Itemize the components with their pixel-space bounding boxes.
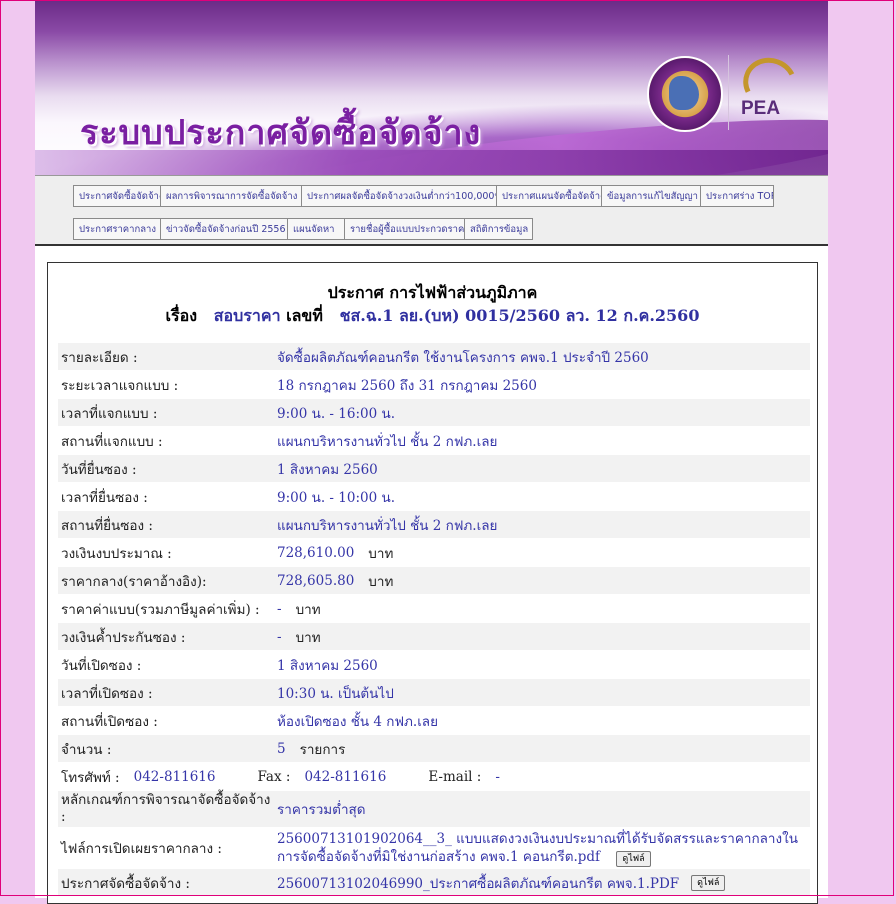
detail-row: เวลาที่แจกแบบ : 9:00 น. - 16:00 น. [58, 399, 810, 426]
detail-row: วงเงินค้ำประกันซอง : - บาท [58, 623, 810, 650]
quantity-unit: รายการ [299, 741, 346, 758]
detail-value: 9:00 น. - 10:00 น. [277, 489, 395, 506]
detail-label: วงเงินค้ำประกันซอง : [61, 629, 186, 646]
nav-procurement-plan[interactable]: ประกาศแผนจัดซื้อจัดจ้าง [496, 185, 602, 207]
fax-label: Fax : [257, 768, 291, 785]
detail-label: สถานที่แจกแบบ : [61, 433, 163, 450]
nav-reference-price[interactable]: ประกาศราคากลาง [73, 218, 161, 240]
nav-procurement-announcement[interactable]: ประกาศจัดซื้อจัดจ้าง [73, 185, 161, 207]
detail-value: 10:30 น. เป็นต้นไป [277, 685, 394, 702]
number-label: เลขที่ [286, 306, 323, 325]
nav-tor-draft[interactable]: ประกาศร่าง TOR [700, 185, 774, 207]
detail-value: 9:00 น. - 16:00 น. [277, 405, 395, 422]
detail-row: สถานที่เปิดซอง : ห้องเปิดซอง ชั้น 4 กฟภ.… [58, 707, 810, 734]
nav-news-before-2556[interactable]: ข่าวจัดซื้อจัดจ้างก่อนปี 2556 [160, 218, 288, 240]
view-file-button[interactable]: ดูไฟล์ [691, 874, 726, 891]
detail-row: วงเงินงบประมาณ : 728,610.00 บาท [58, 539, 810, 566]
detail-row: จำนวน : 5 รายการ [58, 735, 810, 762]
reference-price-value: 728,605.80 [277, 572, 355, 589]
detail-row: สถานที่แจกแบบ : แผนกบริหารงานทั่วไป ชั้น… [58, 427, 810, 454]
detail-row: เวลาที่เปิดซอง : 10:30 น. เป็นต้นไป [58, 679, 810, 706]
currency-unit: บาท [295, 629, 321, 646]
file-label: ไฟล์การเปิดเผยราคากลาง : [61, 841, 222, 857]
detail-label: จำนวน : [61, 741, 112, 758]
detail-row: สถานที่ยื่นซอง : แผนกบริหารงานทั่วไป ชั้… [58, 511, 810, 538]
budget-value: 728,610.00 [277, 544, 355, 561]
pea-logo-text: PEA [741, 98, 781, 119]
header-banner: ระบบประกาศจัดซื้อจัดจ้าง PEA [35, 0, 828, 175]
page: ระบบประกาศจัดซื้อจัดจ้าง PEA ประกาศจัดซื… [35, 0, 828, 904]
detail-label: ราคาค่าแบบ(รวมภาษีมูลค่าเพิ่ม) : [61, 601, 260, 618]
currency-unit: บาท [295, 601, 321, 618]
currency-unit: บาท [368, 545, 394, 562]
announcement-number: ชส.ฉ.1 ลย.(บห) 0015/2560 ลว. 12 ก.ค.2560 [339, 306, 700, 325]
detail-row: วันที่เปิดซอง : 1 สิงหาคม 2560 [58, 651, 810, 678]
detail-label: วันที่เปิดซอง : [61, 657, 142, 674]
quantity-value: 5 [277, 740, 286, 757]
logo-divider [728, 55, 729, 130]
file-label: ประกาศจัดซื้อจัดจ้าง : [61, 875, 190, 892]
criteria-label: หลักเกณฑ์การพิจารณาจัดซื้อจัดจ้าง : [61, 792, 271, 825]
announcement-title: ประกาศ การไฟฟ้าส่วนภูมิภาค [327, 283, 538, 302]
phone-label: โทรศัพท์ : [61, 769, 120, 786]
reference-price-file-link[interactable]: 25600713101902064__3_ แบบแสดงวงเงินงบประ… [277, 831, 798, 865]
nav-bidder-list[interactable]: รายชื่อผู้ซื้อแบบประกวดราคา [344, 218, 465, 240]
currency-unit: บาท [368, 573, 394, 590]
nav-sourcing-plan[interactable]: แผนจัดหา [287, 218, 345, 240]
procurement-method: สอบราคา [213, 306, 281, 325]
announcement-subject: เรื่อง สอบราคา เลขที่ ชส.ฉ.1 ลย.(บห) 001… [48, 304, 817, 329]
detail-label: เวลาที่แจกแบบ : [61, 405, 158, 422]
detail-row: ราคาค่าแบบ(รวมภาษีมูลค่าเพิ่ม) : - บาท [58, 595, 810, 622]
detail-value: 1 สิงหาคม 2560 [277, 461, 378, 478]
detail-label: ระยะเวลาแจกแบบ : [61, 377, 179, 394]
document-fee-value: - [277, 600, 282, 617]
file-row: ไฟล์การเปิดเผยราคากลาง : 256007131019020… [58, 828, 810, 868]
nav-contract-amendment[interactable]: ข้อมูลการแก้ไขสัญญา [601, 185, 701, 207]
detail-label: เวลาที่ยื่นซอง : [61, 489, 148, 506]
detail-value: ห้องเปิดซอง ชั้น 4 กฟภ.เลย [277, 713, 438, 730]
nav-consideration-result[interactable]: ผลการพิจารณาการจัดซื้อจัดจ้าง [160, 185, 302, 207]
bid-bond-value: - [277, 628, 282, 645]
detail-value: จัดซื้อผลิตภัณฑ์คอนกรีต ใช้งานโครงการ คพ… [277, 349, 649, 366]
detail-row: วันที่ยื่นซอง : 1 สิงหาคม 2560 [58, 455, 810, 482]
nav-statistics[interactable]: สถิติการข้อมูล [464, 218, 533, 240]
nav-result-under-100000[interactable]: ประกาศผลจัดซื้อจัดจ้างวงเงินต่ำกว่า100,0… [301, 185, 497, 207]
contact-row: โทรศัพท์ : 042-811616 Fax : 042-811616 E… [58, 763, 810, 790]
detail-value: 1 สิงหาคม 2560 [277, 657, 378, 674]
announcement-file-link[interactable]: 25600713102046990_ประกาศซื้อผลิตภัณฑ์คอน… [277, 872, 679, 894]
detail-value: แผนกบริหารงานทั่วไป ชั้น 2 กฟภ.เลย [277, 517, 498, 534]
file-row: ประกาศจัดซื้อจัดจ้าง : 25600713102046990… [58, 869, 810, 896]
detail-row: เวลาที่ยื่นซอง : 9:00 น. - 10:00 น. [58, 483, 810, 510]
detail-label: สถานที่ยื่นซอง : [61, 517, 153, 534]
detail-label: เวลาที่เปิดซอง : [61, 685, 153, 702]
site-title: ระบบประกาศจัดซื้อจัดจ้าง [80, 113, 482, 153]
detail-label: สถานที่เปิดซอง : [61, 713, 158, 730]
phone-value: 042-811616 [133, 768, 216, 785]
detail-label: ราคากลาง(ราคาอ้างอิง): [61, 573, 207, 590]
detail-label: วันที่ยื่นซอง : [61, 461, 137, 478]
main-nav: ประกาศจัดซื้อจัดจ้าง ผลการพิจารณาการจัดซ… [35, 175, 828, 246]
subject-label: เรื่อง [165, 306, 198, 325]
detail-row: ระยะเวลาแจกแบบ : 18 กรกฎาคม 2560 ถึง 31 … [58, 371, 810, 398]
detail-value: 18 กรกฎาคม 2560 ถึง 31 กรกฎาคม 2560 [277, 377, 537, 394]
detail-value: แผนกบริหารงานทั่วไป ชั้น 2 กฟภ.เลย [277, 433, 498, 450]
email-value: - [495, 768, 500, 785]
criteria-row: หลักเกณฑ์การพิจารณาจัดซื้อจัดจ้าง : ราคา… [58, 791, 810, 827]
detail-label: วงเงินงบประมาณ : [61, 545, 172, 562]
pea-seal-logo [647, 56, 723, 132]
detail-label: รายละเอียด : [61, 349, 138, 366]
detail-row: ราคากลาง(ราคาอ้างอิง): 728,605.80 บาท [58, 567, 810, 594]
criteria-value: ราคารวมต่ำสุด [277, 802, 366, 818]
fax-value: 042-811616 [304, 768, 387, 785]
pea-logo: PEA [735, 50, 804, 126]
view-file-button[interactable]: ดูไฟล์ [616, 851, 651, 867]
detail-row: รายละเอียด : จัดซื้อผลิตภัณฑ์คอนกรีต ใช้… [58, 343, 810, 370]
email-label: E-mail : [428, 768, 482, 785]
announcement-panel: ประกาศ การไฟฟ้าส่วนภูมิภาค เรื่อง สอบราค… [47, 262, 818, 904]
